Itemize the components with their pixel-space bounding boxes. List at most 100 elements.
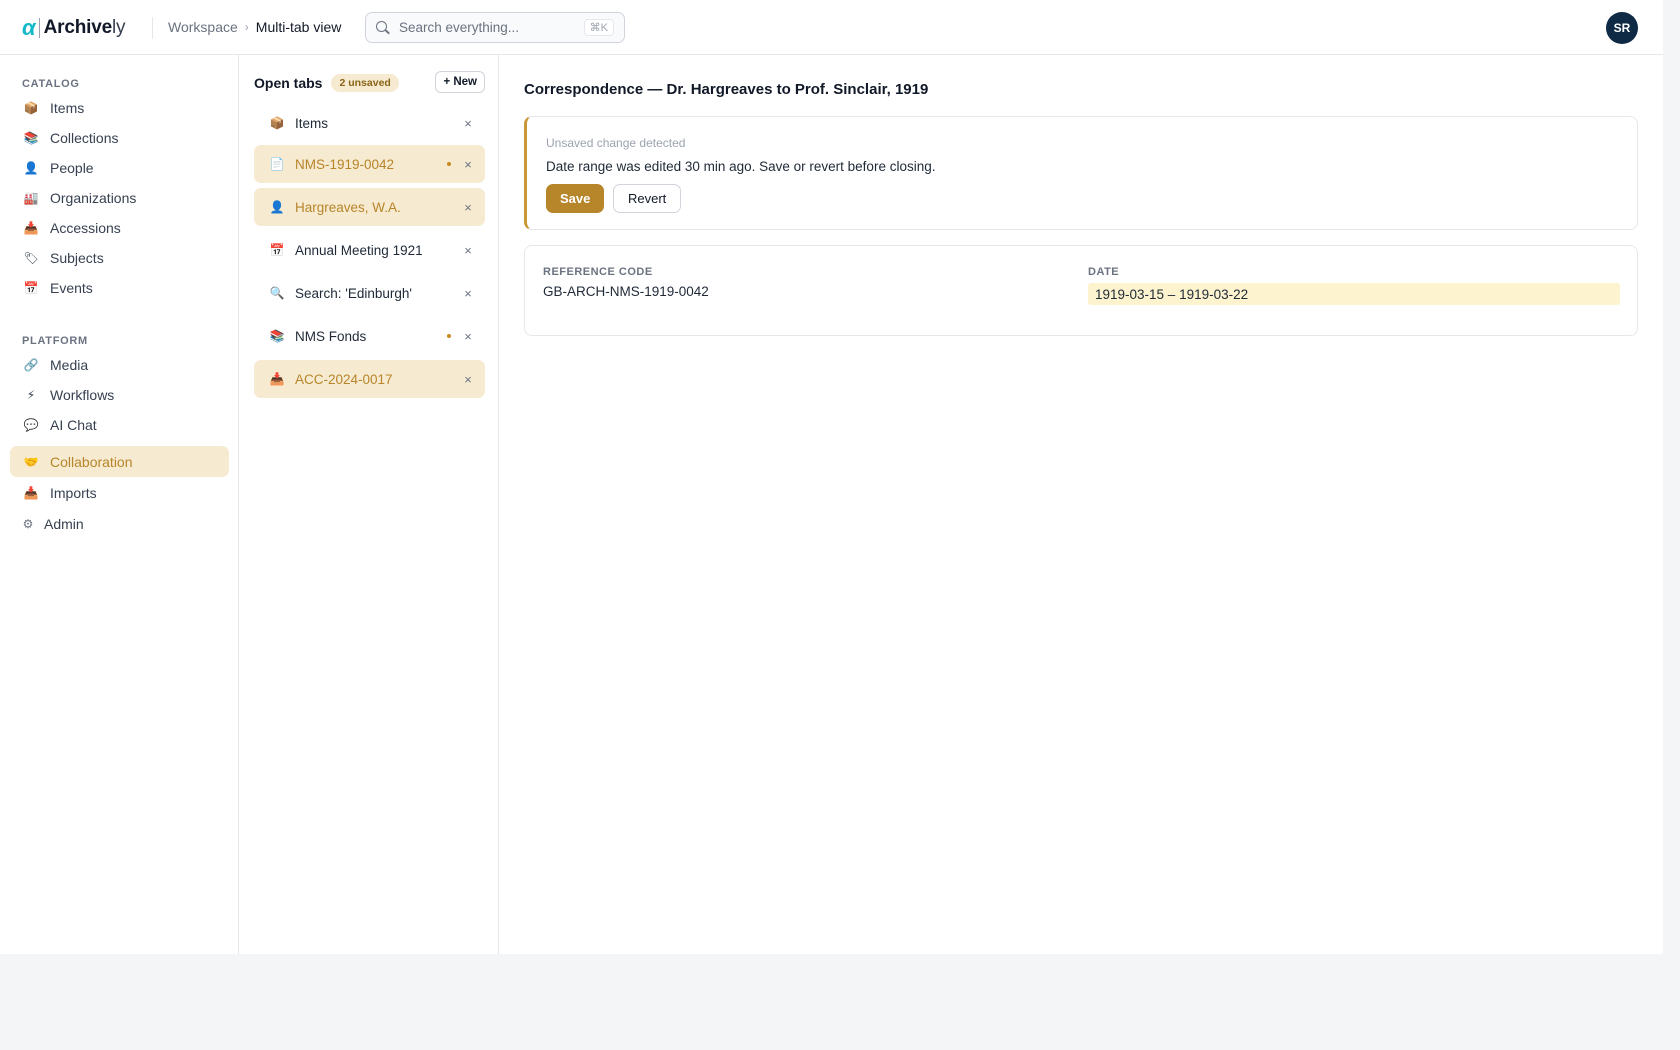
revert-button[interactable]: Revert [613, 184, 682, 213]
person-icon: 👤 [269, 200, 285, 214]
sidebar-item-admin[interactable]: ⚙ Admin [10, 508, 229, 539]
open-tab-label: Annual Meeting 1921 [295, 242, 423, 258]
main-content: Correspondence — Dr. Hargreaves to Prof.… [499, 55, 1663, 954]
sidebar-item-accessions[interactable]: 📥 Accessions [10, 212, 229, 243]
open-tab-nms-1919-0042[interactable]: 📄 NMS-1919-0042 × [254, 145, 485, 183]
user-avatar[interactable]: SR [1606, 12, 1638, 44]
sidebar-item-label: Collections [50, 129, 119, 146]
search-icon [376, 20, 390, 35]
sidebar-item-label: Collaboration [50, 453, 133, 470]
inbox-tray-icon: 📥 [269, 372, 285, 386]
books-icon: 📚 [269, 329, 285, 343]
open-tab-label: Items [295, 115, 329, 131]
sidebar-item-items[interactable]: 📦 Items [10, 92, 229, 123]
close-icon[interactable]: × [461, 116, 475, 131]
sidebar-item-label: Items [50, 99, 85, 116]
open-tabs-panel: Open tabs 2 unsaved + New 📦 Items × 📄 NM… [239, 55, 499, 954]
box-icon: 📦 [23, 100, 39, 115]
sidebar-item-collections[interactable]: 📚 Collections [10, 122, 229, 153]
sidebar-item-events[interactable]: 📅 Events [10, 272, 229, 303]
save-button[interactable]: Save [546, 184, 605, 213]
building-icon: 🏭 [23, 190, 39, 205]
search-shortcut-hint: ⌘K [583, 19, 614, 36]
close-icon[interactable]: × [461, 200, 475, 215]
open-tab-acc-2024-0017[interactable]: 📥 ACC-2024-0017 × [254, 360, 485, 398]
close-icon[interactable]: × [461, 243, 475, 258]
app-window: α Archively Workspace › Multi-tab view S… [0, 0, 1663, 954]
gear-icon: ⚙ [22, 516, 34, 531]
search-placeholder: Search everything... [399, 20, 520, 35]
date-value-edited[interactable]: 1919-03-15 – 1919-03-22 [1088, 283, 1620, 305]
open-tab-label: ACC-2024-0017 [295, 371, 393, 387]
magnifier-icon: 🔍 [269, 286, 285, 300]
unsaved-change-notice: Unsaved change detected Date range was e… [524, 116, 1638, 230]
link-icon: 🔗 [23, 357, 39, 372]
handshake-icon: 🤝 [23, 454, 39, 469]
person-icon: 👤 [23, 160, 39, 175]
sidebar-item-label: Events [50, 279, 93, 296]
lightning-icon: ⚡ [26, 387, 36, 402]
sidebar: CATALOG 📦 Items 📚 Collections 👤 People 🏭… [0, 55, 239, 954]
sidebar-item-imports[interactable]: 📥 Imports [10, 477, 229, 508]
notice-message: Date range was edited 30 min ago. Save o… [546, 159, 936, 174]
sidebar-section-platform: PLATFORM [22, 335, 88, 347]
inbox-tray-icon: 📥 [23, 220, 39, 235]
breadcrumb-separator: › [244, 20, 249, 34]
calendar-icon: 📅 [269, 243, 285, 257]
close-icon[interactable]: × [461, 286, 475, 301]
sidebar-item-collaboration[interactable]: 🤝 Collaboration [10, 446, 229, 477]
sidebar-item-organizations[interactable]: 🏭 Organizations [10, 182, 229, 213]
new-tab-button[interactable]: + New [435, 71, 485, 93]
box-icon: 📦 [269, 116, 285, 130]
app-name: Archively [44, 17, 126, 39]
sidebar-item-people[interactable]: 👤 People [10, 152, 229, 183]
sidebar-item-label: People [50, 159, 94, 176]
open-tab-label: NMS Fonds [295, 328, 367, 344]
open-tabs-title: Open tabs [254, 75, 323, 91]
sidebar-section-catalog: CATALOG [22, 78, 80, 90]
unsaved-indicator [447, 162, 451, 166]
sidebar-item-subjects[interactable]: 🏷 Subjects [10, 242, 229, 273]
breadcrumb-current: Multi-tab view [255, 19, 342, 35]
close-icon[interactable]: × [461, 157, 475, 172]
open-tab-label: Search: 'Edinburgh' [295, 285, 412, 301]
search-input[interactable]: Search everything... ⌘K [365, 12, 625, 43]
reference-code-label: REFERENCE CODE [543, 266, 653, 278]
reference-code-value: GB-ARCH-NMS-1919-0042 [543, 284, 709, 299]
sidebar-item-label: AI Chat [50, 416, 97, 433]
open-tab-items[interactable]: 📦 Items × [254, 104, 485, 142]
sidebar-item-label: Workflows [50, 386, 115, 403]
unsaved-count-badge: 2 unsaved [331, 74, 399, 92]
sidebar-item-label: Media [50, 356, 89, 373]
sidebar-item-media[interactable]: 🔗 Media [10, 349, 229, 380]
open-tab-annual-meeting[interactable]: 📅 Annual Meeting 1921 × [254, 231, 485, 269]
breadcrumb-workspace[interactable]: Workspace [168, 19, 238, 35]
topbar-divider [152, 17, 153, 39]
page-title: Correspondence — Dr. Hargreaves to Prof.… [524, 81, 929, 98]
logo-divider [38, 18, 40, 38]
sidebar-item-label: Organizations [50, 189, 137, 206]
open-tab-hargreaves[interactable]: 👤 Hargreaves, W.A. × [254, 188, 485, 226]
date-label: DATE [1088, 266, 1120, 278]
open-tab-label: NMS-1919-0042 [295, 156, 395, 172]
books-icon: 📚 [23, 130, 39, 145]
open-tab-label: Hargreaves, W.A. [295, 199, 401, 215]
sidebar-item-label: Subjects [50, 249, 104, 266]
sidebar-item-workflows[interactable]: ⚡ Workflows [10, 379, 229, 410]
speech-bubble-icon: 💬 [23, 417, 39, 432]
close-icon[interactable]: × [461, 372, 475, 387]
sidebar-item-label: Imports [50, 484, 97, 501]
logo-mark-icon: α [22, 15, 36, 40]
open-tab-nms-fonds[interactable]: 📚 NMS Fonds × [254, 317, 485, 355]
sidebar-item-label: Accessions [50, 219, 121, 236]
open-tab-search-edinburgh[interactable]: 🔍 Search: 'Edinburgh' × [254, 274, 485, 312]
close-icon[interactable]: × [461, 329, 475, 344]
calendar-icon: 📅 [23, 280, 39, 295]
sidebar-item-ai-chat[interactable]: 💬 AI Chat [10, 409, 229, 440]
tag-icon: 🏷 [23, 250, 39, 265]
app-logo[interactable]: α Archively [22, 15, 126, 40]
app-name-suffix: ly [111, 17, 126, 38]
record-details-card: REFERENCE CODE GB-ARCH-NMS-1919-0042 DAT… [524, 245, 1638, 336]
breadcrumb: Workspace › Multi-tab view [168, 19, 341, 35]
notice-title: Unsaved change detected [546, 136, 686, 150]
